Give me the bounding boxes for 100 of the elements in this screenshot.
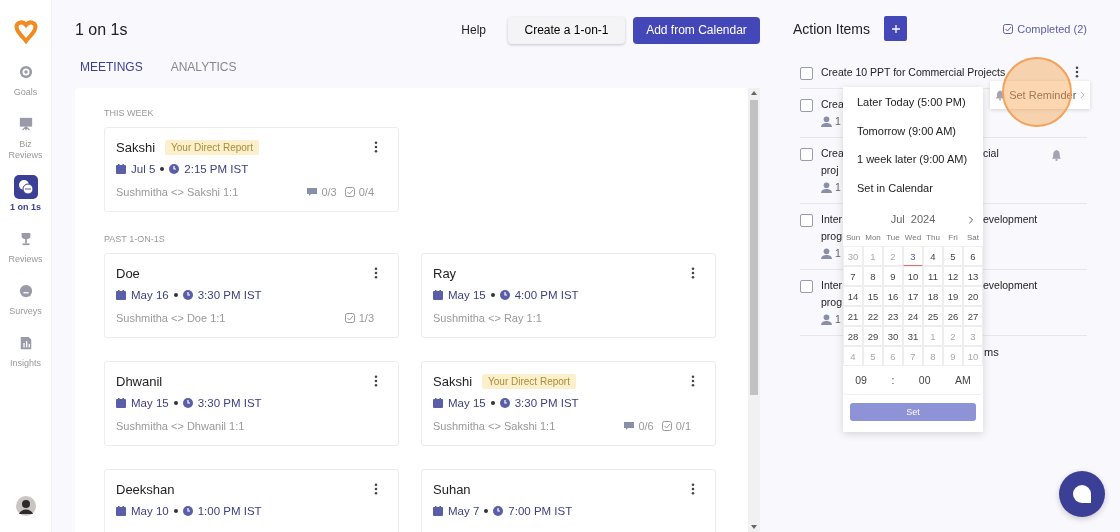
more-icon[interactable] <box>691 267 695 279</box>
action-item-text: Create 10 PPT for Commercial Projects <box>821 65 1006 80</box>
minute-field[interactable]: 00 <box>918 374 931 386</box>
action-item-text: Crea <box>821 146 844 161</box>
meeting-date: May 7 <box>448 505 480 517</box>
day-cell[interactable]: 10 <box>903 266 923 286</box>
checkbox[interactable] <box>800 280 813 293</box>
meeting-time: 3:30 PM IST <box>514 397 579 409</box>
day-cell[interactable]: 8 <box>863 266 883 286</box>
reminder-option[interactable]: 1 week later (9:00 AM) <box>843 148 983 177</box>
day-cell[interactable]: 6 <box>963 246 983 266</box>
meeting-card[interactable]: Ray May 15 4:00 PM IST Sushmitha <> Ray 1:1 <box>421 253 716 338</box>
more-icon[interactable] <box>691 483 695 495</box>
help-link[interactable]: Help <box>461 23 486 37</box>
day-cell[interactable]: 26 <box>943 306 963 326</box>
meeting-card[interactable]: Suhan May 7 7:00 PM IST <box>421 469 716 532</box>
day-cell[interactable]: 27 <box>963 306 983 326</box>
more-icon[interactable] <box>691 375 695 387</box>
day-cell[interactable]: 5 <box>943 246 963 266</box>
reminder-option[interactable]: Later Today (5:00 PM) <box>843 91 983 120</box>
meeting-card[interactable]: Sakshi Your Direct Report May 15 3:30 PM IST Sushmitha <> Sakshi 1:1 0/6 0/1 <box>421 361 716 446</box>
weekday-label: Sun <box>844 232 862 244</box>
day-cell[interactable]: 22 <box>863 306 883 326</box>
meeting-date: May 15 <box>448 289 486 301</box>
more-icon[interactable] <box>1075 66 1079 78</box>
day-cell[interactable]: 25 <box>923 306 943 326</box>
day-cell[interactable]: 13 <box>963 266 983 286</box>
add-button[interactable] <box>884 16 908 41</box>
action-count: 0/1 <box>675 420 691 432</box>
meeting-time: 4:00 PM IST <box>514 289 579 301</box>
day-cell[interactable]: 11 <box>923 266 943 286</box>
reminder-option[interactable]: Set in Calendar <box>843 176 983 205</box>
checkbox[interactable] <box>800 214 813 227</box>
day-cell[interactable]: 18 <box>923 286 943 306</box>
meridiem-toggle[interactable]: AM <box>955 374 971 386</box>
assignee-count: 1 <box>835 312 841 327</box>
meeting-time: 2:15 PM IST <box>184 163 249 175</box>
chat-button[interactable] <box>1059 471 1105 517</box>
day-cell[interactable]: 9 <box>883 266 903 286</box>
hour-field[interactable]: 09 <box>855 374 867 386</box>
reminder-option[interactable]: Tomorrow (9:00 AM) <box>843 119 983 148</box>
day-cell[interactable]: 28 <box>843 326 863 346</box>
weekday-label: Wed <box>903 232 923 244</box>
direct-report-tag: Your Direct Report <box>165 139 259 155</box>
person-icon <box>821 314 832 325</box>
dot-icon <box>490 293 495 297</box>
day-cell[interactable]: 15 <box>863 286 883 306</box>
comment-icon <box>624 421 635 431</box>
comment-count: 0/6 <box>638 420 654 432</box>
meeting-title: Sushmitha <> Sakshi 1:1 <box>116 186 239 198</box>
completed-link[interactable]: Completed (2) <box>1003 22 1087 35</box>
tab[interactable]: MEETINGS <box>80 60 143 78</box>
day-cell[interactable]: 31 <box>903 326 923 346</box>
day-cell[interactable]: 29 <box>863 326 883 346</box>
day-cell[interactable]: 12 <box>943 266 963 286</box>
person-name: Deekshan <box>116 481 175 497</box>
meeting-card[interactable]: Doe May 16 3:30 PM IST Sushmitha <> Doe 1:1 1/3 <box>104 253 399 338</box>
more-icon[interactable] <box>374 375 378 387</box>
checkbox[interactable] <box>800 99 813 112</box>
checkbox[interactable] <box>800 148 813 161</box>
meeting-card[interactable]: Sakshi Your Direct Report Jul 5 2:15 PM IST Sushmitha <> Sakshi 1:1 0/3 0/4 <box>104 127 399 212</box>
person-icon <box>821 248 832 259</box>
day-cell[interactable]: 3 <box>903 246 923 266</box>
day-cell[interactable]: 4 <box>923 246 943 266</box>
scrollbar[interactable] <box>748 88 760 532</box>
day-cell[interactable]: 19 <box>943 286 963 306</box>
meeting-time: 1:00 PM IST <box>197 505 262 517</box>
action-item-text: Inter <box>821 278 842 293</box>
checkbox-icon <box>661 421 672 431</box>
scroll-down-icon[interactable] <box>751 525 757 529</box>
clock-icon <box>182 398 193 408</box>
day-cell[interactable]: 7 <box>843 266 863 286</box>
more-icon[interactable] <box>374 483 378 495</box>
clock-icon <box>493 506 504 516</box>
weekday-label: Tue <box>885 232 901 244</box>
bar-chart-icon <box>18 336 33 350</box>
meeting-card[interactable]: Deekshan May 10 1:00 PM IST <box>104 469 399 532</box>
add-from-calendar-button[interactable]: Add from Calendar <box>633 16 760 44</box>
avatar[interactable] <box>15 496 36 516</box>
next-month-icon[interactable] <box>968 216 974 224</box>
day-cell[interactable]: 16 <box>883 286 903 306</box>
more-icon[interactable] <box>374 267 378 279</box>
clock-icon <box>182 290 193 300</box>
more-icon[interactable] <box>374 141 378 153</box>
day-cell[interactable]: 14 <box>843 286 863 306</box>
day-cell[interactable]: 23 <box>883 306 903 326</box>
calendar-icon <box>433 398 443 408</box>
calendar-icon <box>116 398 126 408</box>
day-cell[interactable]: 24 <box>903 306 923 326</box>
assignee-count: 1 <box>835 180 841 195</box>
day-cell[interactable]: 17 <box>903 286 923 306</box>
create-button[interactable]: Create a 1-on-1 <box>508 16 625 44</box>
day-cell[interactable]: 30 <box>883 326 903 346</box>
nav-item[interactable]: 1 on 1s <box>0 175 52 213</box>
checkbox[interactable] <box>800 67 813 80</box>
scroll-up-icon[interactable] <box>751 91 757 95</box>
meeting-card[interactable]: Dhwanil May 15 3:30 PM IST Sushmitha <> Dhwanil 1:1 <box>104 361 399 446</box>
day-cell[interactable]: 21 <box>843 306 863 326</box>
day-cell[interactable]: 20 <box>963 286 983 306</box>
action-item-text: prog <box>821 295 842 310</box>
